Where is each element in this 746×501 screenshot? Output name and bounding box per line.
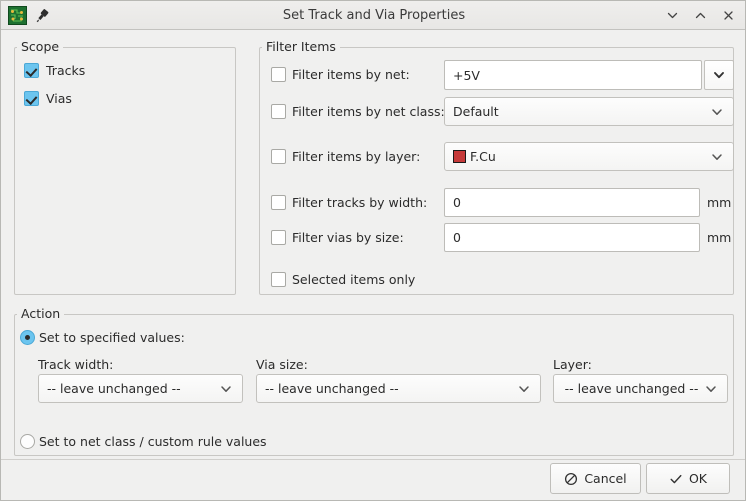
scope-group-title: Scope [17, 40, 63, 54]
radio-set-specified-values[interactable] [20, 330, 35, 345]
layer-combo[interactable]: -- leave unchanged -- [553, 374, 728, 403]
close-button[interactable] [715, 4, 741, 28]
filter-items-group-title: Filter Items [262, 40, 340, 54]
filter-vias-by-size-unit: mm [707, 230, 731, 245]
filter-by-net-label: Filter items by net: [292, 67, 410, 82]
chevron-down-icon [517, 382, 531, 396]
filter-by-net-value: +5V [453, 68, 480, 83]
filter-tracks-by-width-input[interactable]: 0 [444, 188, 700, 217]
radio-set-net-class-values[interactable] [20, 434, 35, 449]
set-track-via-properties-dialog: Set Track and Via Properties Scope Track… [0, 0, 746, 501]
chevron-down-icon [710, 105, 724, 119]
filter-vias-by-size-label: Filter vias by size: [292, 230, 404, 245]
radio-set-specified-values-label: Set to specified values: [39, 330, 185, 345]
filter-vias-by-size-input[interactable]: 0 [444, 223, 700, 252]
layer-label: Layer: [553, 357, 592, 372]
action-group-title: Action [17, 307, 64, 321]
footer-separator [1, 459, 746, 460]
layer-value: -- leave unchanged -- [565, 381, 717, 396]
filter-vias-by-size-value: 0 [453, 230, 461, 245]
chevron-down-icon [219, 382, 233, 396]
ok-button[interactable]: OK [646, 463, 730, 494]
minimize-button[interactable] [659, 4, 685, 28]
cancel-circle-slash-icon [564, 472, 578, 486]
chevron-down-icon [710, 150, 724, 164]
track-width-combo[interactable]: -- leave unchanged -- [38, 374, 243, 403]
track-width-label: Track width: [38, 357, 113, 372]
filter-by-net-input[interactable]: +5V [444, 60, 702, 90]
window-controls [659, 1, 741, 30]
checkbox-vias-label: Vias [46, 91, 72, 106]
filter-tracks-by-width-value: 0 [453, 195, 461, 210]
chevron-down-icon [704, 382, 718, 396]
layer-color-swatch [453, 150, 466, 163]
cancel-button-label: Cancel [584, 471, 626, 486]
checkbox-vias[interactable] [24, 91, 39, 106]
checkbox-tracks[interactable] [24, 63, 39, 78]
filter-by-net-dropdown-button[interactable] [704, 60, 734, 90]
chevron-down-icon [712, 68, 726, 82]
radio-set-net-class-values-label: Set to net class / custom rule values [39, 434, 267, 449]
filter-by-net-class-label: Filter items by net class: [292, 104, 445, 119]
filter-by-layer-combo[interactable]: F.Cu [444, 142, 734, 171]
track-width-value: -- leave unchanged -- [47, 381, 181, 396]
filter-by-net-class-combo[interactable]: Default [444, 97, 734, 126]
via-size-value: -- leave unchanged -- [265, 381, 399, 396]
cancel-button[interactable]: Cancel [550, 463, 641, 494]
ok-button-label: OK [689, 471, 707, 486]
filter-tracks-by-width-label: Filter tracks by width: [292, 195, 427, 210]
scope-group [14, 47, 236, 295]
filter-by-net-class-value: Default [453, 104, 499, 119]
title-bar: Set Track and Via Properties [1, 1, 746, 30]
filter-tracks-by-width-unit: mm [707, 195, 731, 210]
checkbox-filter-by-layer[interactable] [271, 149, 286, 164]
window-title: Set Track and Via Properties [1, 1, 746, 30]
checkbox-filter-vias-by-size[interactable] [271, 230, 286, 245]
checkbox-filter-tracks-by-width[interactable] [271, 195, 286, 210]
via-size-combo[interactable]: -- leave unchanged -- [256, 374, 541, 403]
checkbox-selected-items-only[interactable] [271, 272, 286, 287]
check-icon [669, 472, 683, 486]
checkbox-filter-by-net[interactable] [271, 67, 286, 82]
checkbox-filter-by-net-class[interactable] [271, 104, 286, 119]
filter-by-layer-label: Filter items by layer: [292, 149, 420, 164]
maximize-button[interactable] [687, 4, 713, 28]
via-size-label: Via size: [256, 357, 308, 372]
checkbox-tracks-label: Tracks [46, 63, 85, 78]
selected-items-only-label: Selected items only [292, 272, 415, 287]
filter-by-layer-value: F.Cu [470, 149, 496, 164]
